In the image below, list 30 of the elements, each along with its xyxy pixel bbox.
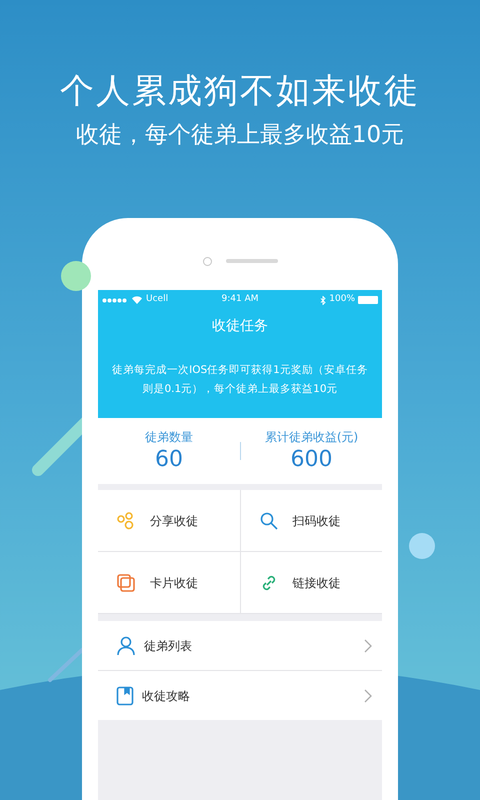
stat-value: 600 [290, 446, 332, 474]
decoration-line [48, 648, 84, 682]
menu-row[interactable]: 收徒攻略 [98, 671, 382, 720]
chevron-right-icon [364, 688, 372, 702]
stat-label: 徒弟数量 [145, 429, 193, 446]
action-tile[interactable]: 链接收徒 [240, 552, 382, 613]
stat-value: 60 [155, 446, 183, 474]
battery-percent: 100% [329, 293, 355, 306]
headline: 个人累成狗不如来收徒 [60, 70, 420, 113]
camera-icon [202, 256, 212, 266]
nav-title: 收徒任务 [211, 316, 269, 336]
decoration-circle [409, 533, 435, 559]
carrier-label: Ucell [146, 293, 168, 306]
speaker-icon [226, 259, 278, 263]
menu-row[interactable]: 徒弟列表 [98, 621, 382, 670]
status-time: 9:41 AM [222, 293, 258, 306]
stat-label: 累计徒弟收益(元) [264, 429, 358, 446]
subheadline: 收徒，每个徒弟上最多收益10元 [76, 121, 404, 150]
person-icon [116, 636, 136, 656]
banner-text: 徒弟每完成一次IOS任务即可获得1元奖励（安卓任务则是0.1元），每个徒弟上最多获益10元 [112, 363, 368, 397]
signal-icon [102, 298, 128, 302]
action-tile[interactable]: 扫码收徒 [240, 490, 382, 551]
battery-icon [358, 296, 378, 304]
action-tile[interactable]: 卡片收徒 [98, 552, 240, 613]
bluetooth-icon [320, 296, 326, 304]
chevron-right-icon [364, 638, 372, 652]
decoration-circle [61, 261, 91, 291]
action-tile[interactable]: 分享收徒 [98, 490, 240, 551]
wifi-icon [132, 296, 142, 304]
book-icon [116, 686, 134, 706]
